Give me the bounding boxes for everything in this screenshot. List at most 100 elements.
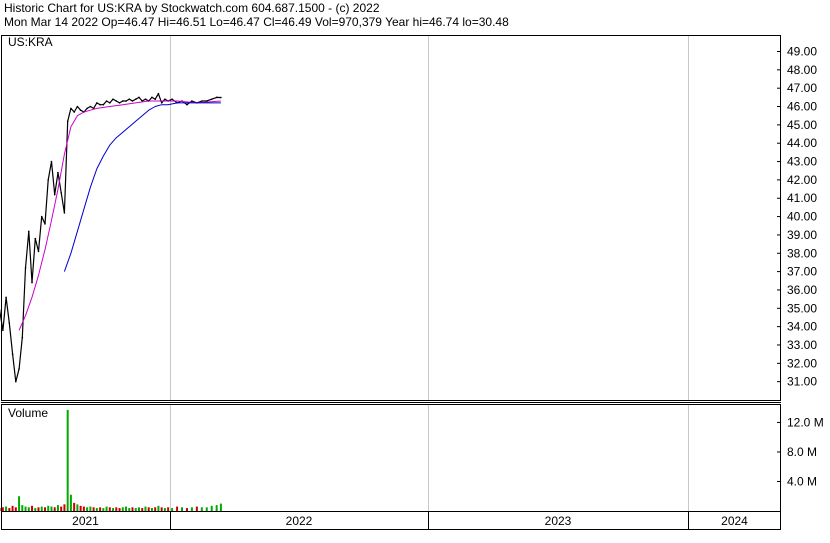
price-point (89, 105, 92, 108)
volume-bar (131, 507, 134, 511)
volume-bar (60, 506, 63, 511)
price-point (5, 296, 7, 299)
price-point (121, 100, 124, 102)
volume-bar (37, 507, 40, 511)
volume-bar (24, 506, 27, 511)
price-point (99, 103, 101, 106)
volume-bar (99, 507, 102, 511)
volume-bar (34, 508, 37, 511)
volume-bar (31, 505, 34, 511)
price-tick-label: 44.00 (787, 136, 817, 150)
price-point (191, 100, 193, 102)
volume-bar (47, 505, 50, 511)
volume-bar (128, 508, 131, 511)
price-point (154, 98, 156, 100)
price-point (24, 267, 27, 269)
price-point (105, 100, 108, 102)
price-point (96, 102, 98, 104)
volume-tick-label: 4.0 M (787, 474, 817, 488)
volume-bar (66, 409, 69, 511)
volume-bar (157, 505, 160, 511)
year-label: 2022 (286, 514, 313, 528)
axis-labels: 49.00 48.00 47.00 46.00 45.00 44.00 43.00 42.00… (72, 45, 824, 528)
price-point (15, 380, 17, 383)
volume-bar (53, 507, 56, 511)
volume-bar (125, 506, 128, 511)
volume-tick-label: 8.0 M (787, 445, 817, 459)
volume-bar (200, 507, 203, 511)
price-point (57, 171, 59, 174)
price-point (76, 105, 79, 108)
price-point (70, 107, 72, 110)
volume-tick-label: 12.0 M (787, 415, 824, 429)
price-point (201, 100, 203, 102)
volume-bar (102, 508, 105, 511)
price-tick-label: 33.00 (787, 338, 817, 352)
price-tick-label: 41.00 (787, 191, 817, 205)
volume-bar (171, 508, 174, 511)
volume-bar (63, 504, 66, 511)
volume-bar (134, 508, 137, 511)
year-label: 2023 (545, 514, 572, 528)
volume-bar (147, 507, 150, 511)
volume-bar (73, 502, 76, 511)
volume-bar (14, 507, 17, 511)
volume-bar (163, 508, 166, 511)
price-panel-frame (1, 35, 781, 401)
volume-bar (154, 507, 157, 511)
chart-frame (1, 35, 781, 530)
grid-lines (170, 35, 689, 511)
price-point (27, 230, 30, 233)
price-point (131, 100, 134, 102)
volume-bar (5, 506, 8, 511)
volume-bar (115, 507, 118, 511)
volume-bar (50, 506, 53, 511)
price-point (34, 237, 37, 240)
price-point (60, 191, 62, 194)
price-point (215, 96, 218, 99)
price-point (31, 281, 33, 284)
volume-bar (108, 507, 111, 511)
price-tick-label: 34.00 (787, 320, 817, 334)
volume-bar (69, 494, 72, 511)
volume-bars (0, 409, 222, 511)
volume-bar (8, 508, 11, 511)
volume-bar (86, 507, 89, 511)
price-point (37, 250, 40, 253)
price-point (79, 109, 82, 112)
volume-bar (27, 507, 30, 511)
volume-bar (40, 506, 43, 511)
price-tick-label: 43.00 (787, 155, 817, 169)
volume-bar (176, 506, 179, 511)
price-point (63, 212, 66, 214)
volume-bar (92, 507, 95, 511)
price-point (47, 179, 50, 181)
price-point (115, 100, 118, 102)
year-label: 2021 (72, 514, 99, 528)
price-tick-label: 49.00 (787, 45, 817, 59)
volume-bar (190, 507, 193, 511)
price-point (128, 98, 131, 100)
price-point (210, 98, 213, 100)
volume-bar (137, 507, 140, 511)
volume-bar (118, 508, 121, 511)
volume-bar (112, 508, 115, 511)
price-tick-label: 46.00 (787, 100, 817, 114)
volume-panel-title: Volume (8, 406, 48, 420)
price-point (50, 160, 53, 163)
volume-bar (210, 505, 213, 511)
moving-average-long-line (63, 102, 221, 272)
date-axis-frame (1, 511, 781, 530)
volume-bar (141, 508, 144, 511)
volume-bar (95, 508, 98, 511)
price-tick-label: 36.00 (787, 283, 817, 297)
price-tick-label: 37.00 (787, 265, 817, 279)
volume-bar (18, 496, 21, 511)
volume-bar (79, 505, 82, 511)
volume-bar (11, 505, 14, 511)
price-point (44, 223, 46, 225)
price-tick-label: 38.00 (787, 246, 817, 260)
volume-bar (1, 507, 4, 511)
price-point (138, 96, 140, 99)
volume-bar (205, 507, 208, 511)
